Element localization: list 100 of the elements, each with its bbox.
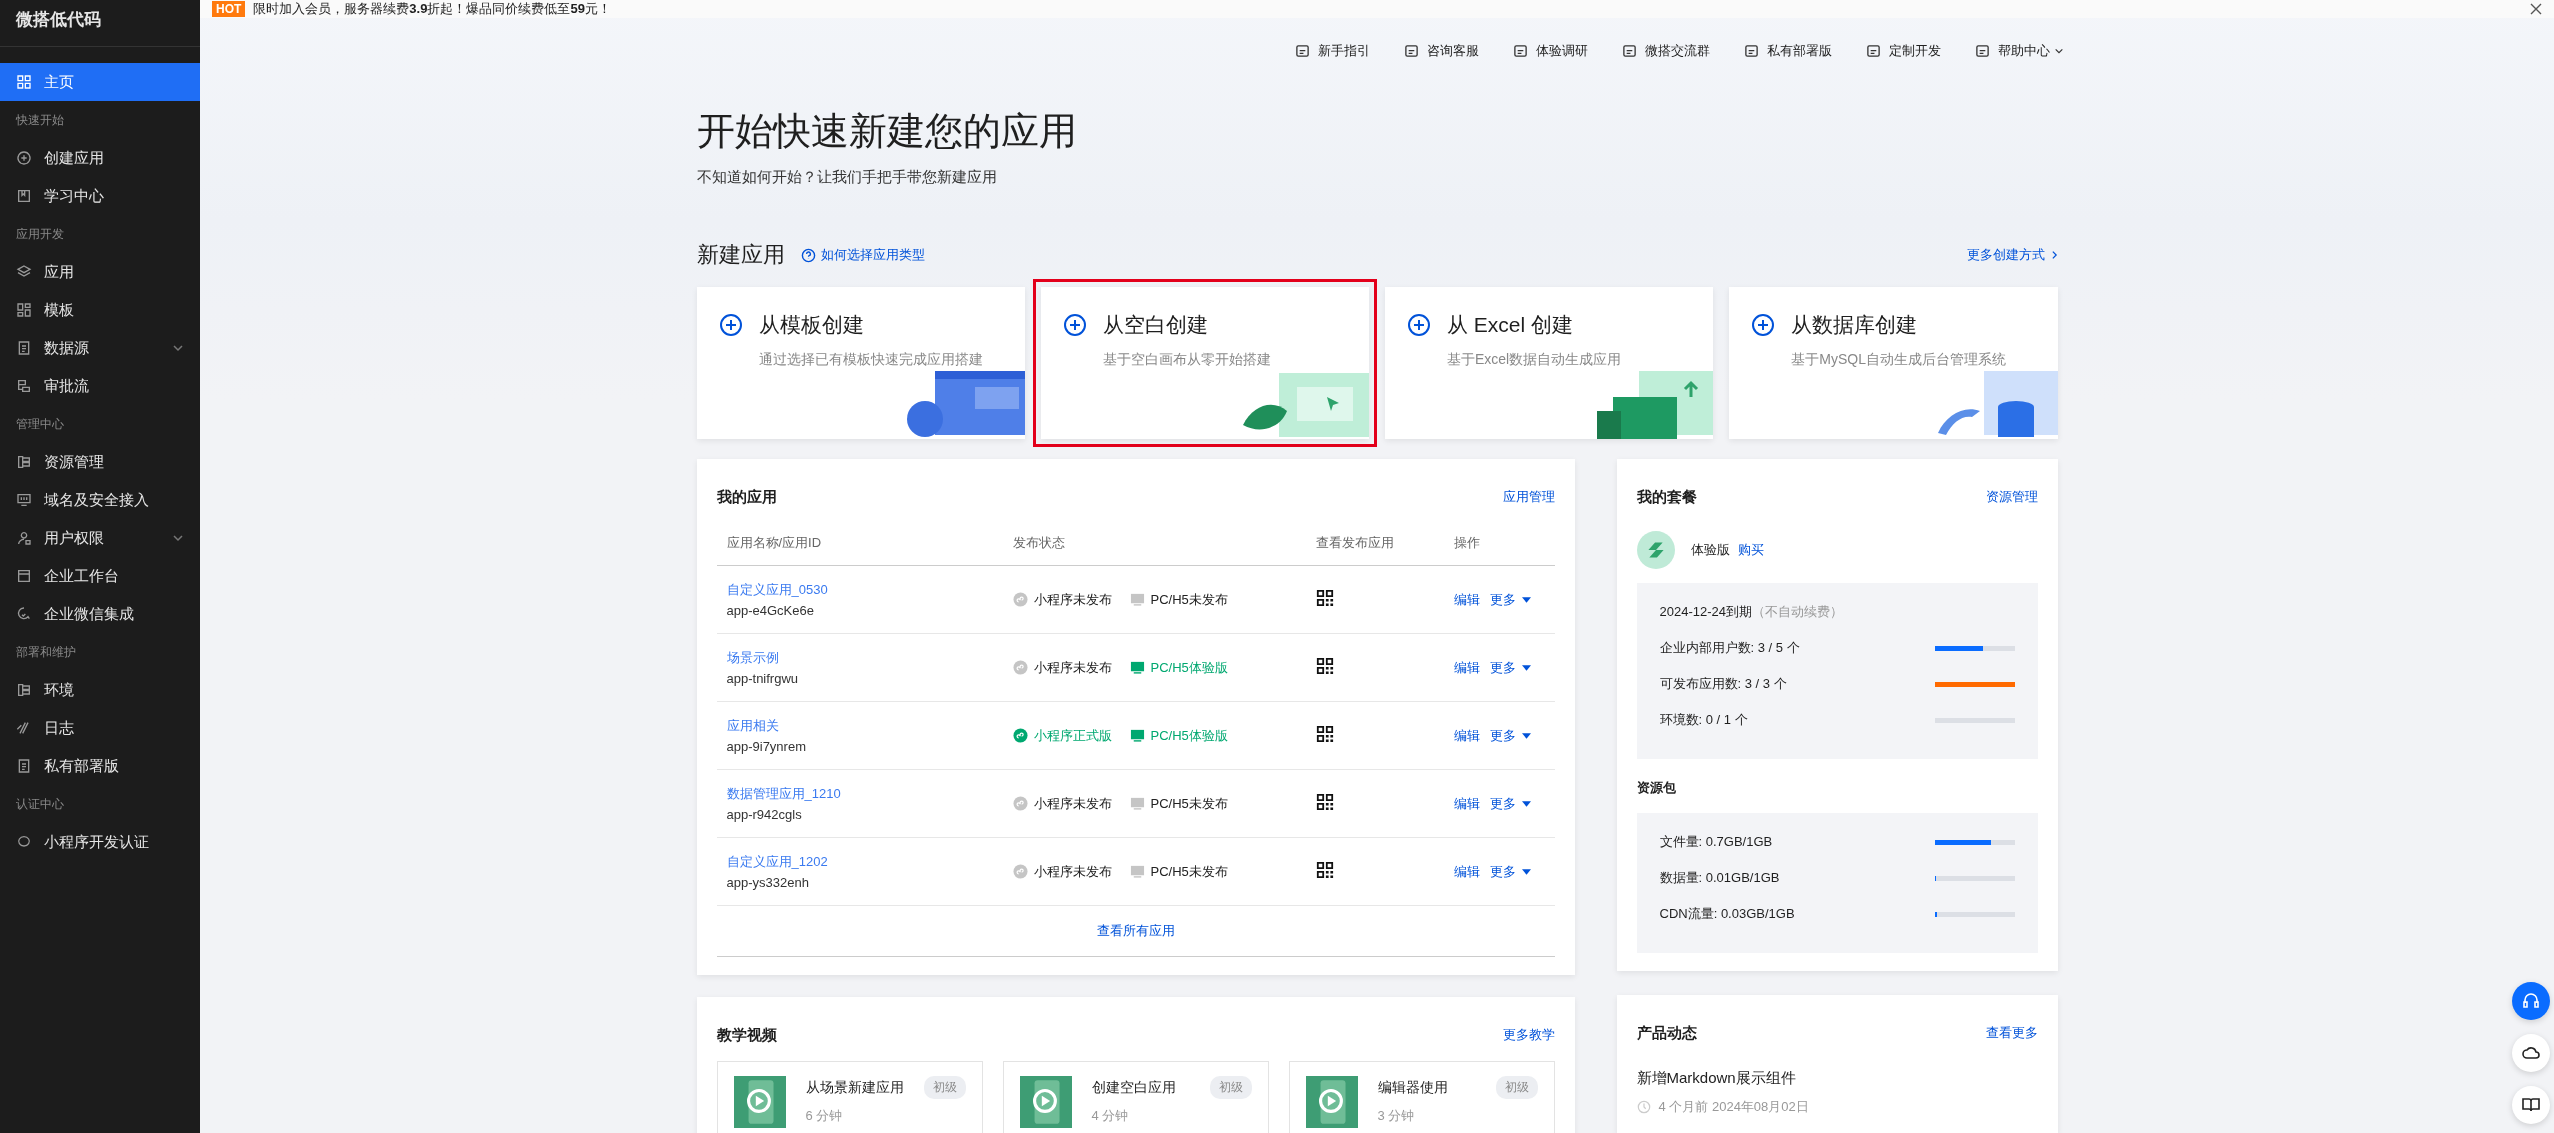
- mini-program-icon: [1012, 660, 1028, 675]
- toolbar-link[interactable]: 私有部署版: [1744, 42, 1832, 60]
- panel-title: 我的应用: [716, 487, 777, 507]
- card-title: 从数据库创建: [1791, 312, 1918, 338]
- caret-icon: [1521, 732, 1531, 739]
- create-option-card[interactable]: 从 Excel 创建 基于Excel数据自动生成应用: [1385, 287, 1714, 439]
- sidebar-item[interactable]: 日志: [0, 709, 200, 747]
- docs-button[interactable]: [2512, 1086, 2550, 1124]
- sidebar-item[interactable]: 创建应用: [0, 139, 200, 177]
- create-option-card[interactable]: 从空白创建 基于空白画布从零开始搭建: [1040, 287, 1369, 439]
- sidebar-item[interactable]: 域名及安全接入: [0, 481, 200, 519]
- edit-link[interactable]: 编辑: [1453, 726, 1480, 745]
- resource-label: 文件量: 0.7GB/1GB: [1659, 833, 1773, 851]
- toolbar-icon: [1975, 43, 1990, 59]
- sidebar-item[interactable]: 模板: [0, 291, 200, 329]
- monitor-icon: [1129, 660, 1145, 675]
- sidebar-item[interactable]: 小程序开发认证: [0, 823, 200, 861]
- toolbar-link[interactable]: 新手指引: [1295, 42, 1370, 60]
- nav-icon: [16, 150, 32, 166]
- more-dropdown[interactable]: 更多: [1489, 590, 1531, 609]
- qr-code-icon[interactable]: [1315, 793, 1334, 811]
- sidebar-item[interactable]: 私有部署版: [0, 747, 200, 785]
- headset-icon: [2521, 991, 2541, 1011]
- more-dropdown[interactable]: 更多: [1489, 862, 1531, 881]
- sidebar-item[interactable]: 主页: [0, 63, 200, 101]
- create-option-card[interactable]: 从数据库创建 基于MySQL自动生成后台管理系统: [1729, 287, 2058, 439]
- sidebar-item[interactable]: 应用: [0, 253, 200, 291]
- app-name-link[interactable]: 场景示例: [726, 649, 1013, 667]
- qr-code-icon[interactable]: [1315, 657, 1334, 675]
- panel-title: 产品动态: [1636, 1023, 1697, 1043]
- nav-icon: [16, 492, 32, 508]
- sidebar-item[interactable]: 审批流: [0, 367, 200, 405]
- help-link[interactable]: 如何选择应用类型: [800, 246, 925, 264]
- nav-icon: [16, 758, 32, 774]
- app-name-link[interactable]: 自定义应用_0530: [726, 581, 1013, 599]
- nav-icon: [16, 74, 32, 90]
- edit-link[interactable]: 编辑: [1453, 794, 1480, 813]
- more-dropdown[interactable]: 更多: [1489, 658, 1531, 677]
- mini-program-status: 小程序正式版: [1012, 726, 1112, 745]
- sidebar-item[interactable]: 用户权限: [0, 519, 200, 557]
- support-button[interactable]: [2512, 982, 2550, 1020]
- level-tag: 初级: [923, 1076, 966, 1099]
- edit-link[interactable]: 编辑: [1453, 590, 1480, 609]
- more-tutorials-link[interactable]: 更多教学: [1502, 1026, 1555, 1044]
- mini-program-status: 小程序未发布: [1012, 658, 1112, 677]
- qr-code-icon[interactable]: [1315, 861, 1334, 879]
- tutorial-card[interactable]: 编辑器使用 3 分钟 初级: [1288, 1061, 1555, 1133]
- app-id: app-tnifrgwu: [726, 671, 800, 686]
- tutorial-card[interactable]: 从场景新建应用 6 分钟 初级: [716, 1061, 983, 1133]
- page-title: 开始快速新建您的应用: [696, 109, 1078, 154]
- qr-code-icon[interactable]: [1315, 725, 1334, 743]
- more-create-link[interactable]: 更多创建方式: [1966, 246, 2058, 264]
- sidebar-item[interactable]: 企业微信集成: [0, 595, 200, 633]
- sidebar-item[interactable]: 资源管理: [0, 443, 200, 481]
- create-option-card[interactable]: 从模板创建 通过选择已有模板快速完成应用搭建: [696, 287, 1025, 439]
- manage-apps-link[interactable]: 应用管理: [1502, 488, 1555, 506]
- qr-code-icon[interactable]: [1315, 589, 1334, 607]
- more-dropdown[interactable]: 更多: [1489, 794, 1531, 813]
- edit-link[interactable]: 编辑: [1453, 862, 1480, 881]
- column-header: 操作: [1453, 534, 1481, 552]
- app-name-link[interactable]: 数据管理应用_1210: [726, 785, 1013, 803]
- app-name-link[interactable]: 应用相关: [726, 717, 1013, 735]
- cloud-button[interactable]: [2512, 1034, 2550, 1072]
- monitor-icon: [1129, 864, 1145, 879]
- toolbar-link[interactable]: 体验调研: [1513, 42, 1588, 60]
- toolbar-link[interactable]: 咨询客服: [1404, 42, 1479, 60]
- web-status: PC/H5体验版: [1129, 726, 1228, 745]
- app-name-link[interactable]: 自定义应用_1202: [726, 853, 1013, 871]
- resource-manage-link[interactable]: 资源管理: [1985, 488, 2038, 506]
- buy-link[interactable]: 购买: [1737, 541, 1764, 559]
- panel-title: 教学视频: [716, 1025, 777, 1045]
- chevron-down-icon: [2054, 46, 2064, 56]
- toolbar-link[interactable]: 定制开发: [1866, 42, 1941, 60]
- sidebar-item[interactable]: 学习中心: [0, 177, 200, 215]
- view-all-apps-link[interactable]: 查看所有应用: [1096, 922, 1175, 940]
- toolbar-link[interactable]: 帮助中心: [1975, 42, 2064, 60]
- web-status: PC/H5未发布: [1129, 590, 1228, 609]
- card-description: 基于Excel数据自动生成应用: [1447, 351, 1623, 369]
- more-news-link[interactable]: 查看更多: [1985, 1024, 2038, 1042]
- tutorial-card[interactable]: 创建空白应用 4 分钟 初级: [1002, 1061, 1269, 1133]
- mini-program-icon: [1012, 728, 1028, 743]
- more-dropdown[interactable]: 更多: [1489, 726, 1531, 745]
- quota-label: 环境数: 0 / 1 个: [1659, 711, 1748, 729]
- resource-label: 数据量: 0.01GB/1GB: [1659, 869, 1780, 887]
- plus-circle-icon: [1062, 313, 1087, 337]
- toolbar-icon: [1744, 43, 1759, 59]
- sidebar-item[interactable]: 企业工作台: [0, 557, 200, 595]
- nav-icon: [16, 454, 32, 470]
- card-title: 从模板创建: [758, 312, 864, 338]
- news-title-link[interactable]: 新增Markdown展示组件: [1636, 1069, 1796, 1086]
- sidebar-section-title: 管理中心: [15, 416, 65, 433]
- nav-icon: [16, 834, 32, 850]
- edit-link[interactable]: 编辑: [1453, 658, 1480, 677]
- close-icon[interactable]: [2530, 3, 2542, 15]
- caret-icon: [1521, 800, 1531, 807]
- sidebar-item[interactable]: 环境: [0, 671, 200, 709]
- nav-icon: [16, 530, 32, 546]
- sidebar-section-title: 应用开发: [15, 226, 65, 243]
- sidebar-item[interactable]: 数据源: [0, 329, 200, 367]
- toolbar-link[interactable]: 微搭交流群: [1622, 42, 1710, 60]
